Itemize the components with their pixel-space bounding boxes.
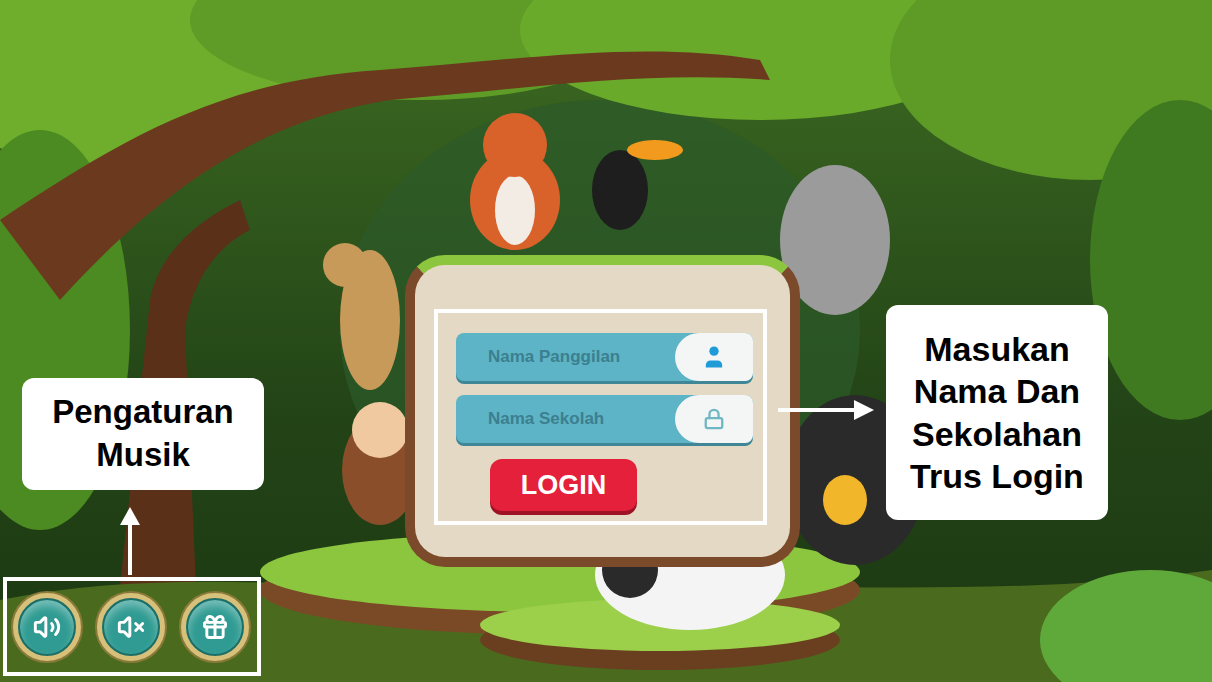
login-button[interactable]: LOGIN bbox=[490, 459, 637, 511]
field-placeholder: Nama Sekolah bbox=[456, 406, 675, 432]
login-callout: MasukanNama DanSekolahanTrus Login bbox=[886, 305, 1108, 520]
mute-icon bbox=[117, 613, 145, 641]
callout-line: Masukan bbox=[924, 328, 1070, 371]
gift-icon bbox=[201, 613, 229, 641]
field-icon-area bbox=[675, 333, 753, 381]
login-form: Nama Panggilan Nama Sekolah LOGIN bbox=[434, 309, 767, 525]
toucan-figure bbox=[592, 140, 683, 230]
login-field[interactable]: Nama Sekolah bbox=[456, 395, 753, 443]
login-field[interactable]: Nama Panggilan bbox=[456, 333, 753, 381]
user-icon bbox=[700, 343, 728, 371]
lock-icon bbox=[703, 408, 725, 430]
gift-button[interactable] bbox=[179, 591, 251, 663]
callout-line: Sekolahan bbox=[912, 413, 1082, 456]
login-arrow bbox=[770, 398, 882, 422]
speaker-icon bbox=[33, 613, 61, 641]
deer-figure bbox=[323, 243, 400, 390]
music-settings bbox=[3, 577, 261, 676]
field-icon-area bbox=[675, 395, 753, 443]
login-screen: Nama PanggilanNama SekolahLOGINMasukanNa… bbox=[0, 0, 1212, 682]
callout-line: Trus Login bbox=[910, 455, 1084, 498]
callout-line: Pengaturan bbox=[52, 391, 234, 434]
music-arrow bbox=[118, 505, 142, 575]
mute-button[interactable] bbox=[95, 591, 167, 663]
field-placeholder: Nama Panggilan bbox=[456, 344, 675, 370]
music-callout: PengaturanMusik bbox=[22, 378, 264, 490]
sound-on-button[interactable] bbox=[11, 591, 83, 663]
callout-line: Musik bbox=[96, 434, 190, 477]
fox-figure bbox=[470, 113, 560, 250]
callout-line: Nama Dan bbox=[914, 370, 1080, 413]
